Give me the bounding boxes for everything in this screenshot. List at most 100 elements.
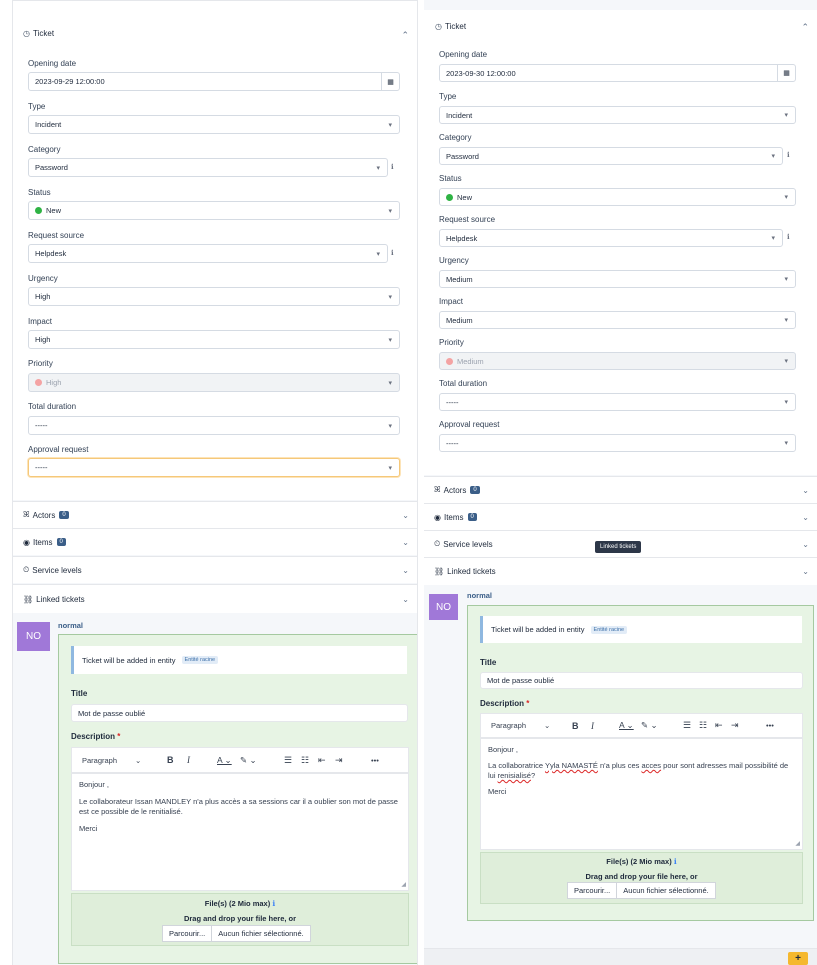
font-color-icon[interactable]: A ⌄	[217, 755, 232, 766]
status-select[interactable]: New ▾	[28, 201, 400, 220]
add-button[interactable]: +	[788, 952, 808, 965]
calendar-icon[interactable]: ▦	[381, 73, 399, 90]
browse-button[interactable]: Parcourir...	[163, 926, 213, 941]
urgency-select[interactable]: Medium ▾	[439, 270, 796, 288]
description-editor[interactable]: Bonjour , Le collaborateur Issan MANDLEY…	[71, 773, 409, 891]
description-editor[interactable]: Bonjour , La collaboratrice Yyla NAMASTÉ…	[480, 738, 803, 850]
more-options-icon[interactable]: •••	[371, 756, 379, 765]
category-value: Password	[446, 151, 479, 161]
status-value: New	[46, 206, 62, 215]
title-input[interactable]: Mot de passe oublié	[71, 704, 408, 722]
info-icon[interactable]: ℹ	[272, 899, 275, 908]
status-select[interactable]: New ▾	[439, 188, 796, 206]
highlight-icon[interactable]: ✎ ⌄	[641, 720, 658, 731]
entity-notice: Ticket will be added in entity Entité rac…	[71, 646, 407, 674]
items-icon: ◉	[434, 512, 441, 522]
numbered-list-icon[interactable]: ☷	[301, 755, 309, 766]
left-ticket-header[interactable]: ◷ Ticket	[23, 29, 54, 38]
request-source-select[interactable]: Helpdesk ▾	[439, 229, 783, 247]
total-duration-select[interactable]: ----- ▾	[439, 393, 796, 411]
items-label: Items	[443, 512, 464, 522]
type-select[interactable]: Incident ▾	[439, 106, 796, 124]
desc-line: Merci	[488, 787, 507, 796]
description-label: Description *	[71, 732, 120, 741]
type-select[interactable]: Incident ▾	[28, 115, 400, 134]
right-items-section[interactable]: ◉ Items 0 ⌄	[424, 503, 817, 530]
type-value: Incident	[446, 110, 473, 120]
entity-text: Ticket will be added in entity	[82, 655, 176, 665]
approval-request-select[interactable]: ----- ▾	[439, 434, 796, 452]
total-duration-select[interactable]: ----- ▾	[28, 416, 400, 435]
resize-handle-icon[interactable]: ◢	[401, 880, 406, 890]
outdent-icon[interactable]: ⇤	[715, 720, 723, 731]
left-actors-section[interactable]: ꕤ Actors 0 ⌄	[13, 501, 417, 528]
right-ticket-header[interactable]: ◷ Ticket	[435, 22, 466, 31]
info-icon[interactable]: ℹ	[674, 857, 677, 866]
total-duration-value: -----	[446, 397, 459, 407]
impact-select[interactable]: Medium ▾	[439, 311, 796, 329]
italic-button[interactable]: I	[187, 755, 190, 765]
file-input[interactable]: Parcourir... Aucun fichier sélectionné.	[162, 925, 311, 942]
left-service-levels-section[interactable]: ⏲ Service levels ⌄	[13, 556, 417, 583]
chevron-up-icon[interactable]: ⌃	[801, 22, 809, 33]
numbered-list-icon[interactable]: ☷	[699, 720, 707, 731]
browse-button[interactable]: Parcourir...	[568, 883, 618, 898]
approval-request-select[interactable]: ----- ▾	[28, 458, 400, 477]
info-icon[interactable]: ℹ	[787, 233, 790, 241]
indent-icon[interactable]: ⇥	[335, 755, 343, 766]
resize-handle-icon[interactable]: ◢	[795, 839, 800, 849]
right-actors-section[interactable]: ꕤ Actors 0 ⌄	[424, 476, 817, 503]
bold-button[interactable]: B	[167, 755, 174, 765]
approval-request-label: Approval request	[439, 420, 500, 429]
chevron-down-icon: ⌄	[402, 537, 409, 547]
alarm-icon: ⏲	[23, 565, 30, 574]
category-label: Category	[439, 133, 472, 142]
paragraph-select[interactable]: Paragraph ⌄	[82, 756, 141, 765]
dropdown-arrow-icon: ▾	[388, 379, 392, 387]
bold-button[interactable]: B	[572, 721, 579, 731]
status-new-dot-icon	[35, 207, 42, 214]
urgency-label: Urgency	[28, 274, 58, 283]
total-duration-label: Total duration	[439, 379, 488, 388]
italic-button[interactable]: I	[591, 721, 594, 731]
chevron-down-icon: ⌄	[802, 539, 809, 549]
status-label: Status	[28, 188, 51, 197]
approval-request-value: -----	[446, 438, 459, 448]
highlight-icon[interactable]: ✎ ⌄	[240, 755, 257, 766]
urgency-select[interactable]: High ▾	[28, 287, 400, 306]
category-select[interactable]: Password ▾	[439, 147, 783, 165]
impact-select[interactable]: High ▾	[28, 330, 400, 349]
right-linked-tickets-section[interactable]: ⛓ Linked tickets ⌄	[424, 557, 817, 585]
left-ticket-column: ◷ Ticket ⌃ Opening date 2023-09-29 12:00:…	[12, 0, 418, 965]
outdent-icon[interactable]: ⇤	[318, 755, 326, 766]
left-linked-tickets-section[interactable]: ⛓ Linked tickets ⌄	[13, 584, 417, 613]
title-input[interactable]: Mot de passe oublié	[480, 672, 803, 689]
status-label: Status	[439, 174, 462, 183]
file-input[interactable]: Parcourir... Aucun fichier sélectionné.	[567, 882, 716, 899]
info-icon[interactable]: ℹ	[787, 151, 790, 159]
request-source-select[interactable]: Helpdesk ▾	[28, 244, 388, 263]
calendar-icon[interactable]: ▦	[777, 65, 795, 81]
dropdown-arrow-icon: ▾	[771, 153, 775, 160]
more-options-icon[interactable]: •••	[766, 721, 774, 730]
impact-value: Medium	[446, 315, 473, 325]
urgency-value: Medium	[446, 274, 473, 284]
info-icon[interactable]: ℹ	[391, 163, 394, 171]
bullet-list-icon[interactable]: ☰	[284, 755, 292, 766]
chevron-down-icon: ⌄	[802, 485, 809, 495]
opening-date-field[interactable]: 2023-09-30 12:00:00 ▦	[439, 64, 796, 82]
bullet-list-icon[interactable]: ☰	[683, 720, 691, 731]
category-select[interactable]: Password ▾	[28, 158, 388, 177]
indent-icon[interactable]: ⇥	[731, 720, 739, 731]
desc-text: Yyla NAMASTÉ	[544, 761, 598, 770]
info-icon[interactable]: ℹ	[391, 249, 394, 257]
paragraph-select[interactable]: Paragraph ⌄	[491, 721, 550, 730]
chevron-up-icon[interactable]: ⌃	[401, 30, 409, 41]
link-icon: ⛓	[434, 567, 445, 576]
left-items-section[interactable]: ◉ Items 0 ⌄	[13, 528, 417, 555]
opening-date-field[interactable]: 2023-09-29 12:00:00 ▦	[28, 72, 400, 91]
editor-toolbar: Paragraph ⌄ B I A ⌄ ✎ ⌄ ☰ ☷ ⇤ ⇥ •••	[480, 713, 803, 738]
entity-notice: Ticket will be added in entity Entité rac…	[480, 616, 802, 643]
font-color-icon[interactable]: A ⌄	[619, 720, 634, 731]
right-ticket-title: Ticket	[445, 22, 467, 31]
